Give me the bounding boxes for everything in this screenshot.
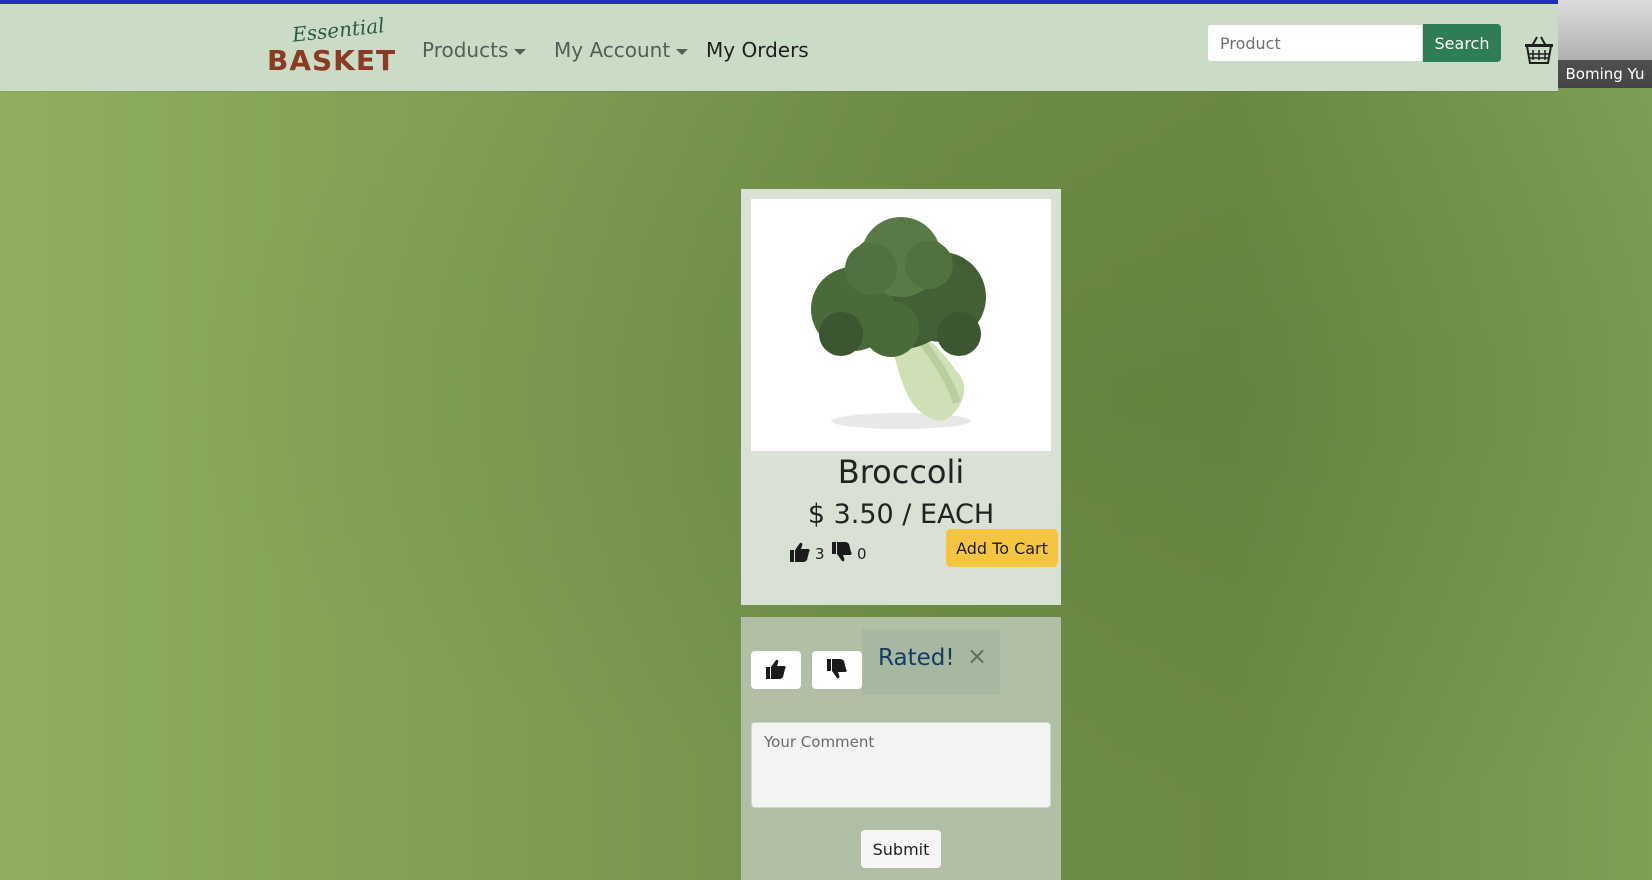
nav-products-dropdown[interactable]: Products <box>422 38 527 62</box>
nav-my-orders-label: My Orders <box>706 38 809 62</box>
search-input[interactable] <box>1207 24 1423 62</box>
add-to-cart-button[interactable]: Add To Cart <box>946 529 1058 567</box>
likes-count: 3 <box>788 539 825 569</box>
nav-my-orders-link[interactable]: My Orders <box>706 38 809 62</box>
likes-value: 3 <box>815 545 825 563</box>
like-button[interactable] <box>751 651 801 689</box>
rated-alert-text: Rated! <box>878 645 955 671</box>
broccoli-image <box>751 199 1051 451</box>
thumbs-up-icon <box>788 540 812 568</box>
brand-logo[interactable]: Essential BASKET <box>267 13 395 77</box>
review-card: Rated! × Submit <box>741 617 1061 880</box>
comment-textarea[interactable] <box>751 722 1051 808</box>
search-button[interactable]: Search <box>1423 24 1501 62</box>
basket-icon-svg <box>1525 36 1553 64</box>
product-card: Broccoli $ 3.50 / EACH 3 0 Add To Cart <box>741 189 1061 605</box>
dislikes-value: 0 <box>857 545 867 563</box>
video-tile: Boming Yu <box>1558 0 1652 88</box>
product-name: Broccoli <box>837 453 965 491</box>
brand-script-text: Essential <box>290 13 386 47</box>
navbar: Essential BASKET Products My Account My … <box>0 4 1558 91</box>
brand-main-text: BASKET <box>267 44 397 77</box>
nav-my-account-dropdown[interactable]: My Account <box>554 38 689 62</box>
dislikes-count: 0 <box>830 539 867 569</box>
broccoli-illustration <box>811 217 986 429</box>
nav-products-label: Products <box>422 38 509 62</box>
chevron-down-icon <box>676 48 689 55</box>
submit-button[interactable]: Submit <box>861 830 941 868</box>
product-price: $ 3.50 / EACH <box>807 499 995 530</box>
thumbs-down-icon <box>825 657 849 684</box>
basket-icon[interactable] <box>1521 32 1557 68</box>
thumbs-down-icon <box>830 540 854 568</box>
close-icon[interactable]: × <box>964 642 990 670</box>
rating-row: 3 0 Add To Cart <box>788 529 1058 583</box>
nav-my-account-label: My Account <box>554 38 671 62</box>
thumbs-up-icon <box>764 657 788 684</box>
rated-alert: Rated! × <box>862 629 1000 695</box>
dislike-button[interactable] <box>812 651 862 689</box>
participant-name: Boming Yu <box>1558 60 1652 88</box>
chevron-down-icon <box>514 48 527 55</box>
